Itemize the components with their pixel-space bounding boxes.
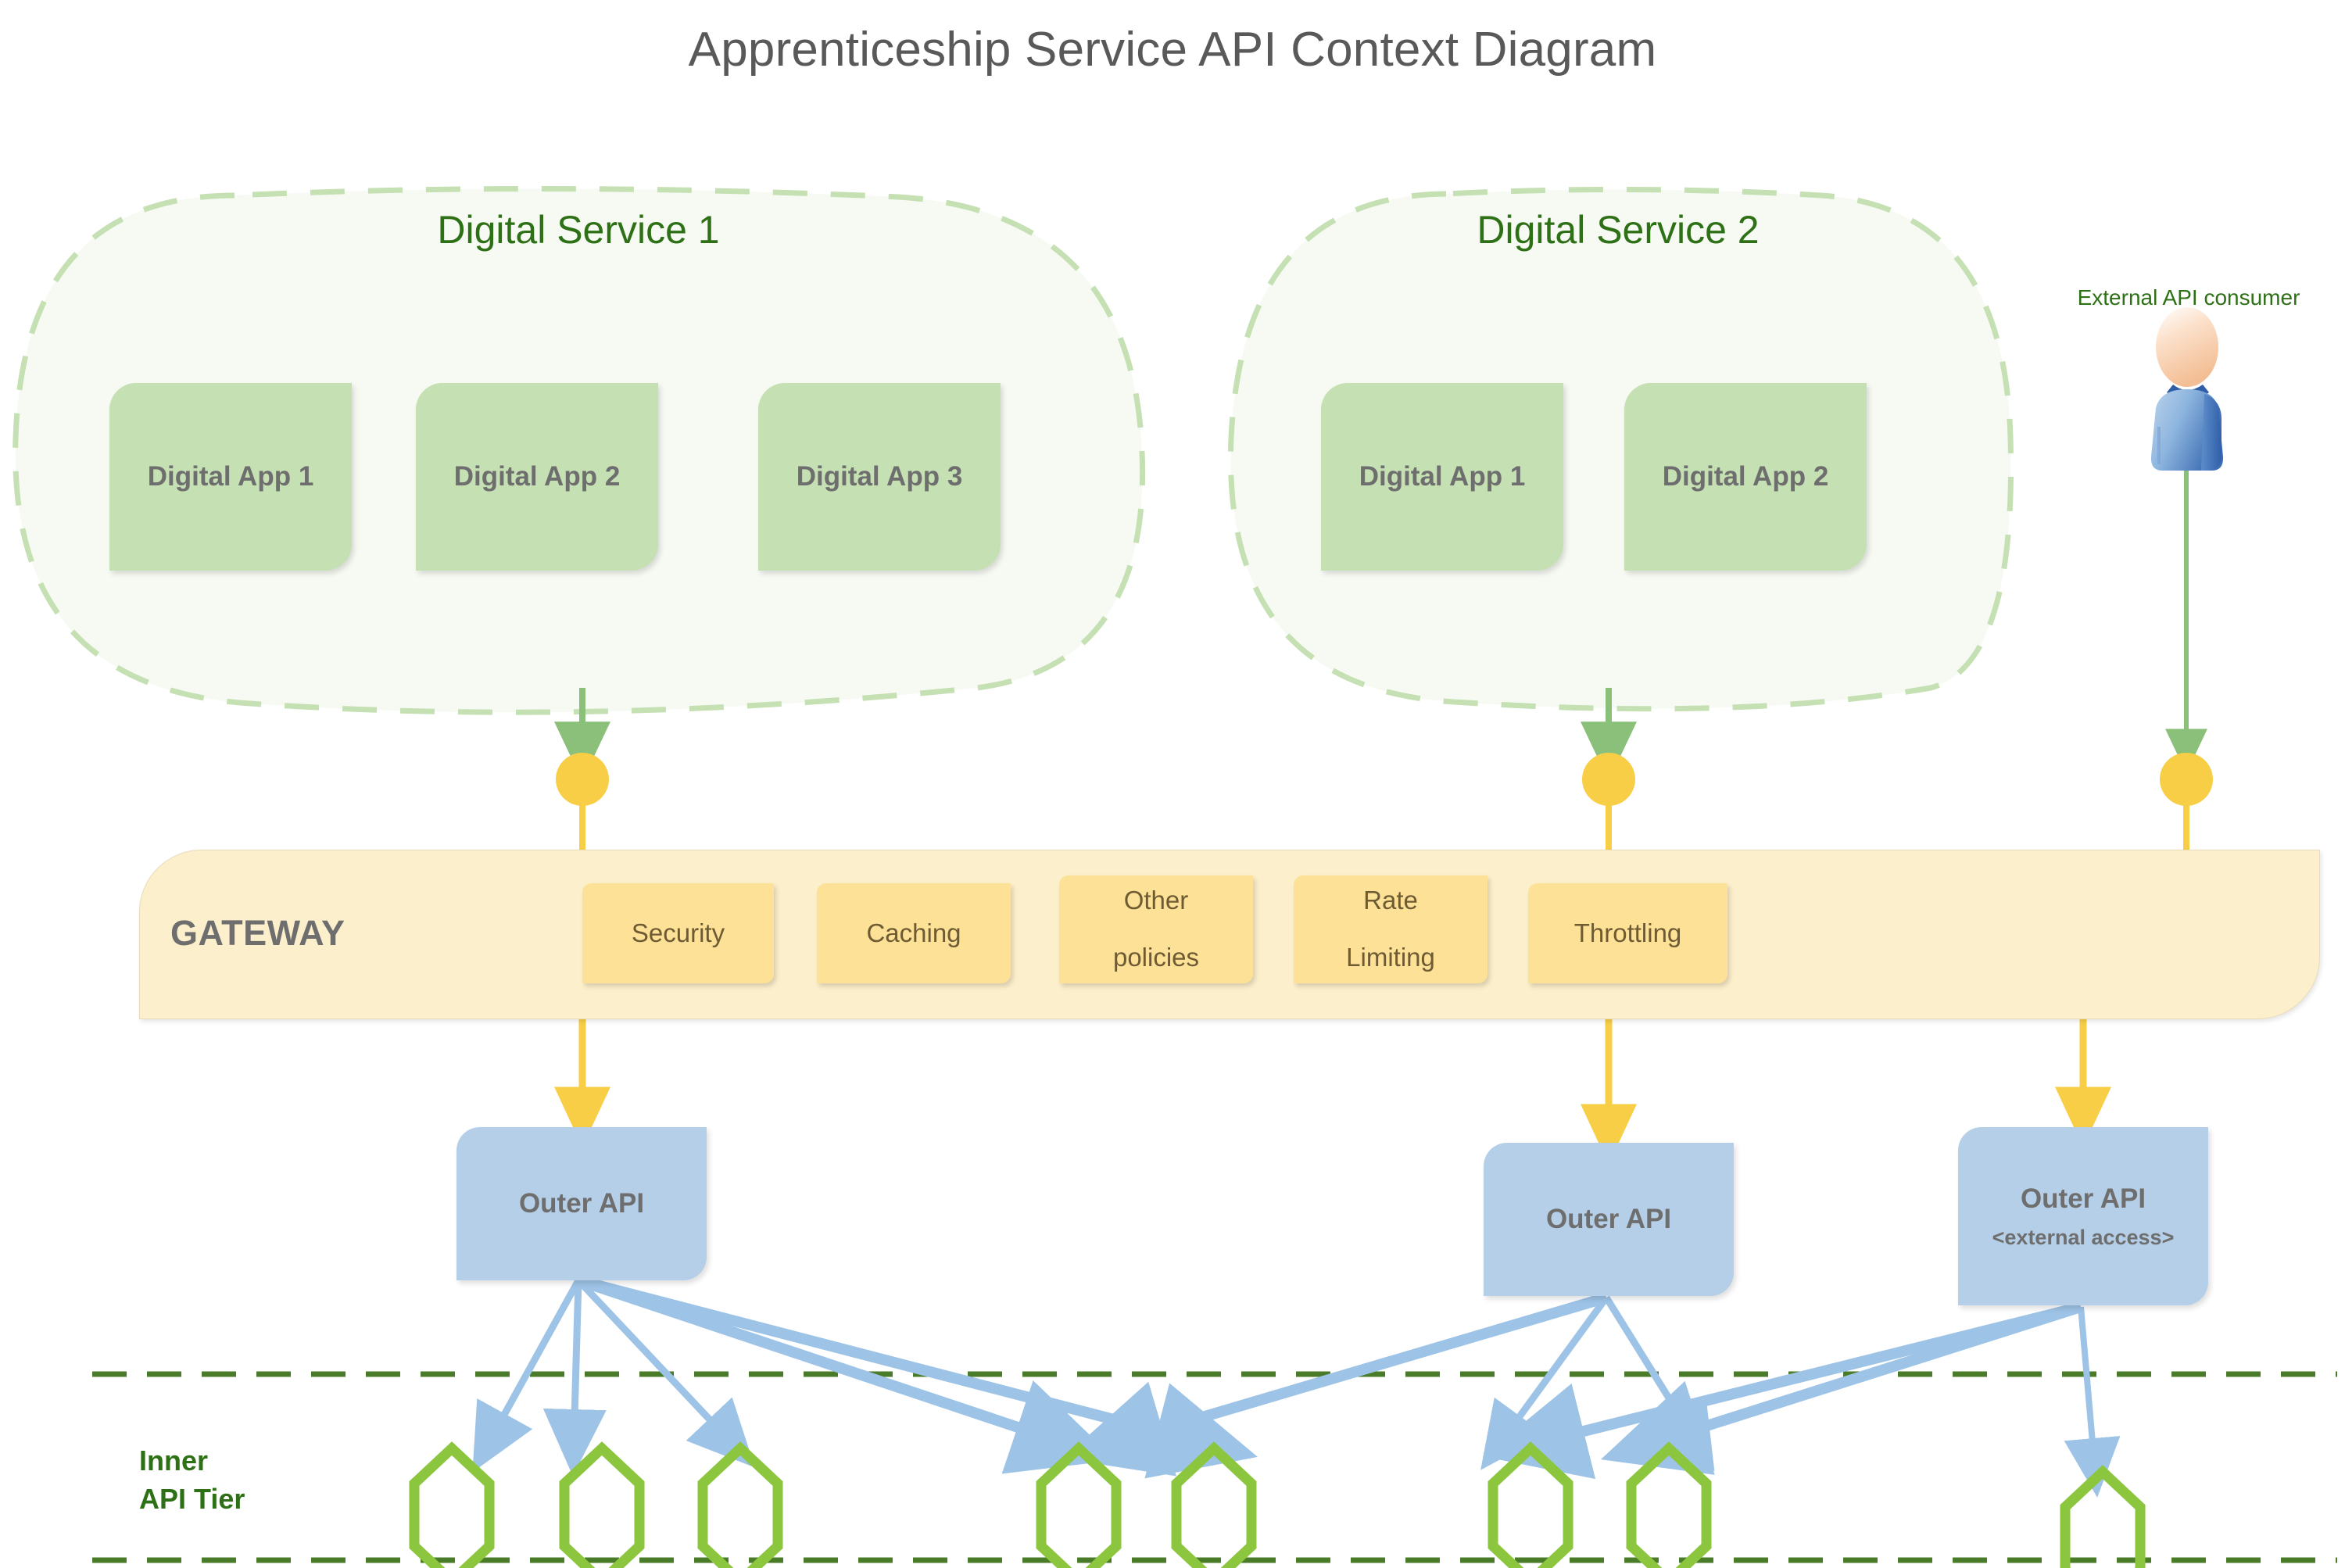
person-icon [2150,307,2224,471]
app-label: Digital App 3 [796,461,963,492]
gateway-entry-point-2 [1582,753,1635,806]
app-label: Digital App 1 [1359,461,1526,492]
page-title: Apprenticeship Service API Context Diagr… [688,23,1657,77]
app-label: Digital App 2 [453,461,621,492]
inner-api-hexagon [1488,1441,1573,1568]
gateway-policy-security[interactable]: Security [582,883,774,983]
outer-api-3-to-inner-apis [1482,1301,2121,1498]
outer-api-3-external-access[interactable]: Outer API <external access> [1958,1127,2208,1305]
gateway-policy-caching[interactable]: Caching [817,883,1011,983]
outer-api-title: Outer API [1545,1204,1672,1234]
gateway-title: GATEWAY [170,913,345,953]
policy-label: Throttling [1573,918,1682,947]
inner-api-tier-label: Inner API Tier [139,1442,245,1518]
outer-api-1[interactable]: Outer API [456,1127,707,1280]
inner-api-hexagon [1626,1441,1712,1568]
gateway-entry-points [556,753,2213,806]
inner-api-hexagon [1036,1441,1122,1568]
outer-api-title: Outer API [518,1188,645,1219]
inner-api-hexagon [697,1441,783,1568]
digital-service-1-app-2[interactable]: Digital App 2 [416,383,658,571]
digital-service-1-app-3[interactable]: Digital App 3 [758,383,1001,571]
gateway-policy-rate-limiting[interactable]: Rate Limiting [1294,875,1488,983]
outer-api-subtitle: <external access> [1992,1225,2175,1249]
entry-to-gateway-lines [579,804,2189,854]
app-label: Digital App 1 [147,461,314,492]
digital-service-2-app-2[interactable]: Digital App 2 [1624,383,1867,571]
inner-api-hexagon [1171,1441,1257,1568]
inner-api-hexagons [409,1441,2146,1568]
outer-api-2[interactable]: Outer API [1484,1143,1734,1296]
diagram-canvas: Apprenticeship Service API Context Diagr… [0,0,2345,1568]
policy-label: Rate Limiting [1346,885,1435,972]
digital-service-1-label: Digital Service 1 [437,208,720,252]
gateway-entry-point-1 [556,753,609,806]
inner-api-hexagon [2060,1465,2146,1568]
inner-api-tier-label-line-1: Inner [139,1444,209,1477]
digital-service-2-app-1[interactable]: Digital App 1 [1321,383,1563,571]
gateway-policy-throttling[interactable]: Throttling [1528,883,1727,983]
inner-api-tier-label-line-2: API Tier [139,1482,245,1515]
outer-api-1-to-inner-apis [472,1275,1258,1479]
app-label: Digital App 2 [1662,461,1829,492]
policy-label: Security [631,918,725,947]
outer-api-2-to-inner-apis [1062,1292,1715,1477]
digital-service-1-app-1[interactable]: Digital App 1 [109,383,352,571]
inner-tier-boundary [92,1371,2337,1563]
gateway-policy-other-policies[interactable]: Other policies [1059,875,1253,983]
inner-api-hexagon [409,1441,495,1568]
inner-api-hexagon [559,1441,645,1568]
policy-label: Other policies [1112,885,1200,972]
gateway-entry-point-3 [2160,753,2213,806]
outer-api-title: Outer API [2020,1183,2146,1214]
digital-service-2-label: Digital Service 2 [1477,208,1760,252]
external-api-consumer-label: External API consumer [2077,285,2300,310]
policy-label: Caching [866,918,961,947]
gateway-to-outer-api-arrows [554,1016,2111,1165]
